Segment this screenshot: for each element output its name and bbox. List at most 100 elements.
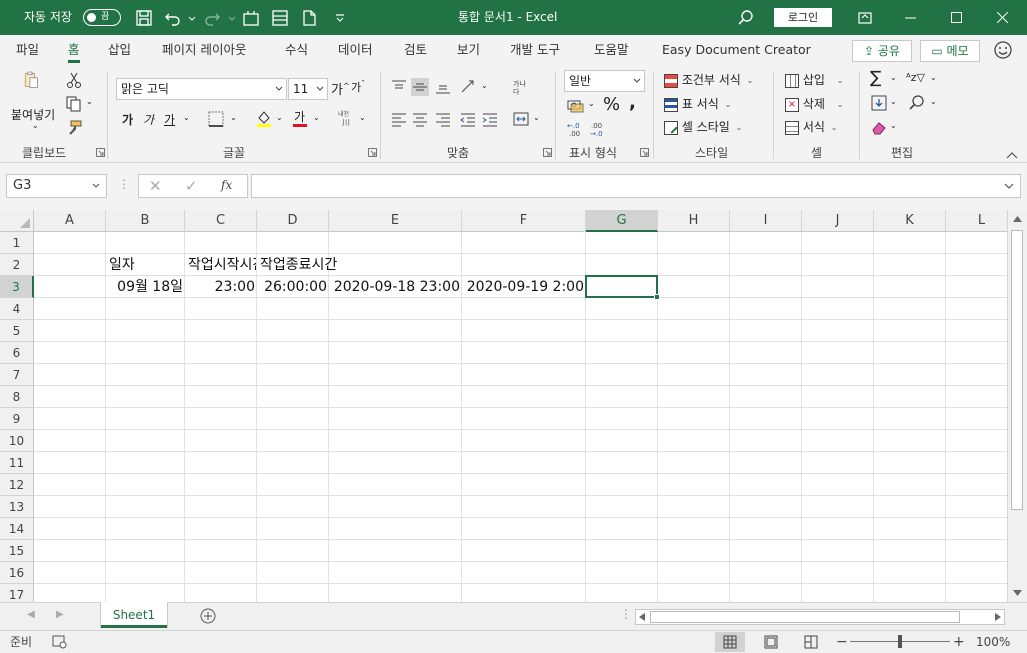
tab-insert[interactable]: 삽입 [108, 35, 131, 65]
italic-button[interactable]: 가 [143, 111, 154, 128]
maximize-button[interactable] [933, 0, 979, 35]
fill-dropdown-icon[interactable]: ⌄ [890, 97, 897, 106]
macro-record-icon[interactable] [52, 635, 67, 649]
row-header-8[interactable]: 8 [0, 386, 34, 408]
zoom-slider-handle[interactable] [898, 635, 902, 648]
row-header-2[interactable]: 2 [0, 254, 34, 276]
column-header-e[interactable]: E [329, 210, 462, 232]
accounting-dropdown-icon[interactable]: ⌄ [588, 99, 595, 108]
formula-input[interactable] [251, 174, 1021, 198]
autosum-icon[interactable]: ∑ [870, 68, 881, 88]
row-header-17[interactable]: 17 [0, 584, 34, 602]
sort-filter-icon[interactable]: ᴬz▽ [906, 71, 925, 84]
form-icon[interactable] [270, 8, 290, 28]
tab-home[interactable]: 홈 [68, 35, 80, 65]
tab-easy-document-creator[interactable]: Easy Document Creator [662, 35, 811, 65]
clipboard-launcher-icon[interactable] [96, 148, 105, 157]
row-header-10[interactable]: 10 [0, 430, 34, 452]
row-header-4[interactable]: 4 [0, 298, 34, 320]
merge-center-icon[interactable] [512, 110, 530, 128]
insert-function-icon[interactable]: fx [221, 178, 232, 192]
fill-down-icon[interactable] [870, 94, 888, 112]
number-format-combo[interactable]: 일반 [564, 70, 645, 92]
cell-d2[interactable]: 작업종료시간 [257, 254, 337, 276]
cell-e3[interactable]: 2020-09-18 23:00 [329, 276, 462, 298]
align-right-icon[interactable] [434, 110, 452, 128]
search-icon[interactable] [736, 8, 756, 28]
tab-data[interactable]: 데이터 [338, 35, 373, 65]
row-header-11[interactable]: 11 [0, 452, 34, 474]
cell-b3[interactable]: 09월 18일 [106, 276, 185, 298]
zoom-out-icon[interactable]: − [836, 631, 848, 653]
cell-f3[interactable]: 2020-09-19 2:00 [462, 276, 586, 298]
add-sheet-icon[interactable] [200, 608, 216, 624]
column-header-a[interactable]: A [34, 210, 106, 232]
share-button[interactable]: ⇪ 공유 [852, 40, 912, 62]
column-header-j[interactable]: J [802, 210, 874, 232]
row-header-9[interactable]: 9 [0, 408, 34, 430]
fill-color-icon[interactable] [255, 109, 273, 127]
sort-filter-dropdown-icon[interactable]: ⌄ [930, 73, 937, 82]
cell-styles-button[interactable]: 셀 스타일 ⌄ [664, 118, 742, 135]
login-button[interactable]: 로그인 [774, 8, 832, 27]
tab-review[interactable]: 검토 [404, 35, 427, 65]
cut-icon[interactable] [65, 71, 83, 89]
format-painter-icon[interactable] [65, 119, 83, 137]
decrease-indent-icon[interactable] [459, 110, 477, 128]
font-launcher-icon[interactable] [368, 148, 377, 157]
tab-page-layout[interactable]: 페이지 레이아웃 [162, 35, 246, 65]
minimize-button[interactable] [887, 0, 933, 35]
tab-formulas[interactable]: 수식 [285, 35, 308, 65]
select-all-corner[interactable] [0, 210, 34, 232]
phonetic-guide-icon[interactable]: 내천 川 [337, 109, 355, 127]
cancel-icon[interactable]: ✕ [149, 177, 162, 195]
row-header-7[interactable]: 7 [0, 364, 34, 386]
row-header-6[interactable]: 6 [0, 342, 34, 364]
accounting-format-icon[interactable] [566, 96, 584, 114]
column-header-g[interactable]: G [586, 210, 658, 232]
cell-c2[interactable]: 작업시작시간 [185, 254, 256, 276]
row-header-1[interactable]: 1 [0, 232, 34, 254]
undo-icon[interactable] [163, 8, 183, 28]
align-bottom-icon[interactable] [434, 78, 452, 96]
row-header-16[interactable]: 16 [0, 562, 34, 584]
customize-qat-icon[interactable] [330, 8, 344, 28]
scroll-up-icon[interactable] [1013, 216, 1022, 222]
percent-icon[interactable]: % [603, 94, 620, 115]
decrease-font-icon[interactable]: 가ˇ [351, 79, 365, 95]
row-header-12[interactable]: 12 [0, 474, 34, 496]
row-header-13[interactable]: 13 [0, 496, 34, 518]
copy-dropdown-icon[interactable]: ⌄ [86, 97, 93, 106]
font-color-dropdown-icon[interactable]: ⌄ [313, 113, 320, 122]
camera-icon[interactable] [241, 8, 261, 28]
underline-button[interactable]: 가 [164, 111, 175, 128]
find-select-icon[interactable] [908, 94, 926, 112]
column-header-f[interactable]: F [462, 210, 586, 232]
font-size-combo[interactable]: 11 [288, 78, 328, 100]
increase-decimal-icon[interactable]: ←.0.00 [566, 120, 584, 138]
comma-style-icon[interactable]: , [629, 92, 636, 113]
clear-dropdown-icon[interactable]: ⌄ [890, 121, 897, 130]
scroll-right-icon[interactable] [995, 613, 1001, 621]
increase-font-icon[interactable]: 가^ [331, 79, 350, 98]
cell-b2[interactable]: 일자 [106, 254, 185, 276]
worksheet-grid[interactable]: A B C D E F G H I J K L 1 2 3 4 5 6 7 8 9 10 11 12 13 14 15 16 17 일자 작… [0, 210, 1007, 602]
delete-cells-button[interactable]: × 삭제 ⌄ [785, 95, 843, 112]
tab-help[interactable]: 도움말 [594, 35, 629, 65]
phonetic-dropdown-icon[interactable]: ⌄ [359, 113, 366, 122]
vertical-scrollbar[interactable] [1007, 210, 1027, 602]
conditional-formatting-button[interactable]: 조건부 서식 ⌄ [664, 71, 753, 88]
underline-dropdown-icon[interactable]: ⌄ [183, 113, 190, 122]
bold-button[interactable]: 가 [122, 111, 133, 128]
clear-icon[interactable] [870, 118, 888, 136]
align-top-icon[interactable] [390, 78, 408, 96]
memo-button[interactable]: ▭ 메모 [920, 40, 980, 62]
row-header-14[interactable]: 14 [0, 518, 34, 540]
splitter-icon[interactable]: ⋮ [118, 177, 130, 191]
redo-icon[interactable] [202, 8, 222, 28]
collapse-ribbon-icon[interactable] [1006, 151, 1018, 159]
copy-icon[interactable] [65, 95, 83, 113]
prev-sheet-icon[interactable]: ◀ [27, 609, 35, 620]
border-icon[interactable] [207, 110, 225, 128]
fill-color-dropdown-icon[interactable]: ⌄ [276, 113, 283, 122]
